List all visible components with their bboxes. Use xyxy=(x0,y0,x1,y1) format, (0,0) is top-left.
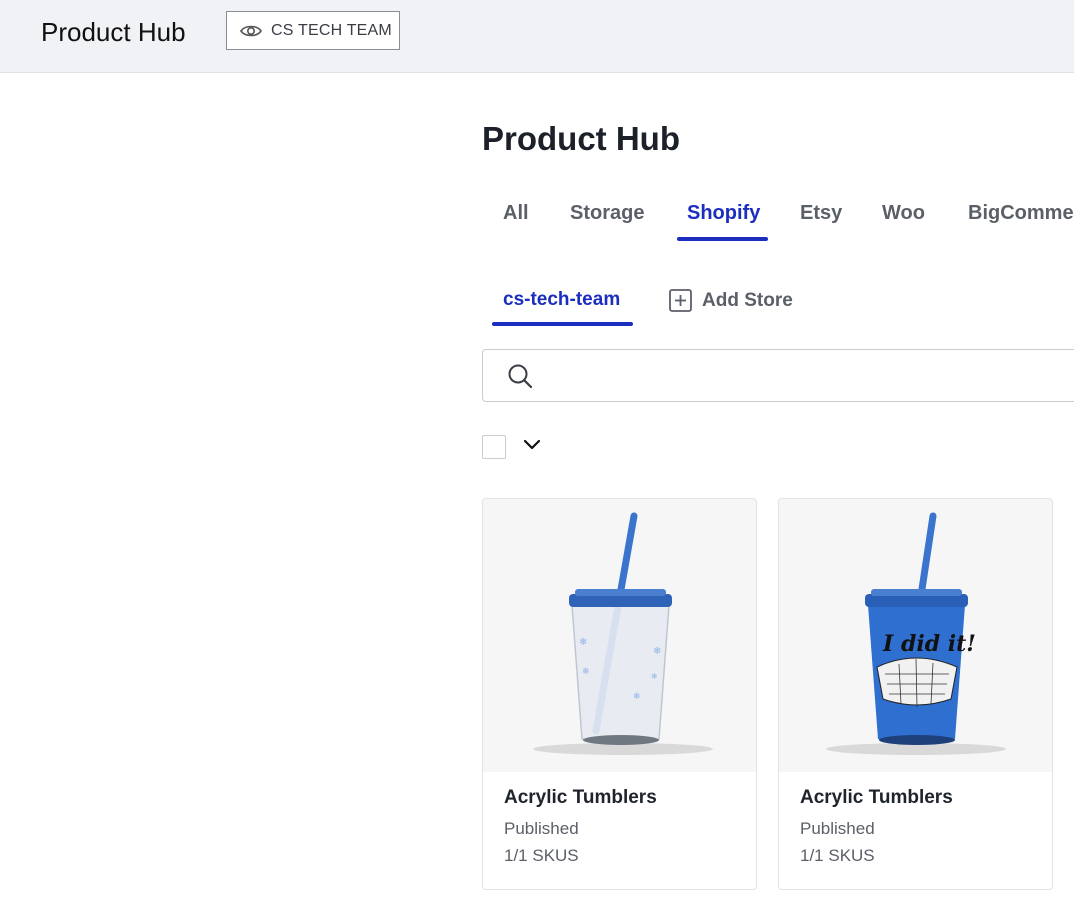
search-input[interactable] xyxy=(482,349,1074,402)
active-store-indicator xyxy=(492,322,633,326)
active-tab-indicator xyxy=(677,237,768,241)
tab-woo[interactable]: Woo xyxy=(882,202,925,225)
product-print-text: I did it! xyxy=(882,631,976,657)
product-skus: 1/1 SKUS xyxy=(504,846,579,865)
product-name: Acrylic Tumblers xyxy=(504,787,657,808)
search-icon xyxy=(508,364,533,389)
select-all-checkbox[interactable] xyxy=(482,435,506,459)
product-card[interactable]: ❄ ❄ ❄ ❄ ❄ Acrylic Tumblers Published 1/1… xyxy=(482,498,757,890)
store-tab-cs-tech-team[interactable]: cs-tech-team xyxy=(503,289,620,311)
tab-bigcommerce[interactable]: BigCommerce xyxy=(968,202,1074,225)
add-store-label: Add Store xyxy=(702,289,793,311)
app-title: Product Hub xyxy=(41,17,186,47)
platform-tabs: All Storage Shopify Etsy Woo BigCommerce xyxy=(482,190,1074,242)
team-label: CS TECH TEAM xyxy=(271,21,392,39)
team-selector-button[interactable]: CS TECH TEAM xyxy=(226,11,400,50)
tab-all[interactable]: All xyxy=(503,202,529,225)
product-name: Acrylic Tumblers xyxy=(800,787,953,808)
store-tabs: cs-tech-team Add Store xyxy=(482,280,1074,330)
tab-shopify[interactable]: Shopify xyxy=(687,202,760,225)
product-status: Published xyxy=(800,819,875,838)
top-bar: Product Hub CS TECH TEAM xyxy=(0,0,1074,73)
eye-icon xyxy=(240,25,262,36)
product-image: ❄ ❄ ❄ ❄ ❄ xyxy=(483,499,756,772)
svg-text:❄: ❄ xyxy=(633,691,641,701)
product-skus: 1/1 SKUS xyxy=(800,846,875,865)
page-title: Product Hub xyxy=(482,120,680,157)
plus-square-icon xyxy=(669,289,692,312)
product-status: Published xyxy=(504,819,579,838)
add-store-button[interactable]: Add Store xyxy=(669,289,793,312)
svg-text:❄: ❄ xyxy=(653,646,661,657)
svg-text:❄: ❄ xyxy=(651,672,658,681)
chevron-down-icon[interactable] xyxy=(521,436,543,454)
tab-etsy[interactable]: Etsy xyxy=(800,202,842,225)
tab-storage[interactable]: Storage xyxy=(570,202,644,225)
svg-text:❄: ❄ xyxy=(582,666,590,676)
product-card[interactable]: I did it! Acrylic Tumblers Published 1/1… xyxy=(778,498,1053,890)
svg-text:❄: ❄ xyxy=(579,637,587,648)
product-image: I did it! xyxy=(779,499,1052,772)
